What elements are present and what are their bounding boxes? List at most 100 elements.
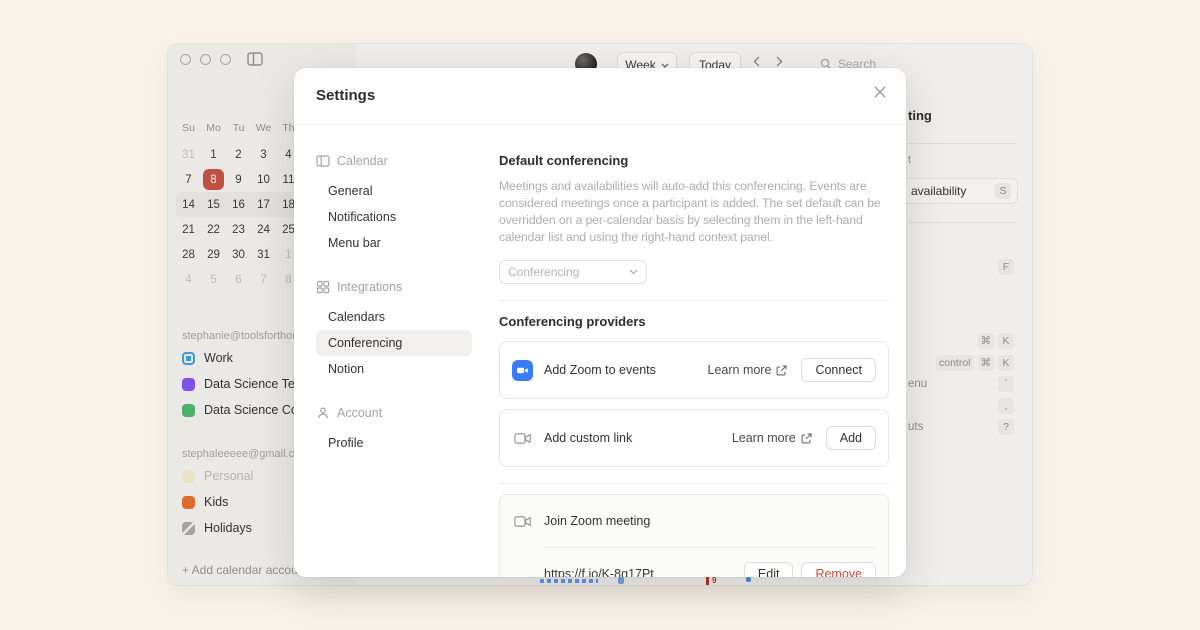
calendar-name: Kids [204, 495, 228, 509]
keycap: control [936, 355, 974, 371]
nav-item-calendars[interactable]: Calendars [316, 304, 472, 330]
window-zoom-button[interactable] [220, 54, 231, 65]
add-button[interactable]: Add [826, 426, 876, 450]
shortcut-label-fragment: uts [908, 421, 923, 433]
nav-item-notifications[interactable]: Notifications [316, 204, 472, 230]
section-title: Default conferencing [499, 152, 889, 170]
calendar-date-selected[interactable]: 8 [203, 169, 224, 190]
nav-section-label: Calendar [337, 154, 388, 168]
calendar-date[interactable]: 2 [226, 142, 251, 167]
calendar-date[interactable]: 31 [251, 242, 276, 267]
calendar-date[interactable]: 22 [201, 217, 226, 242]
calendar-color-icon[interactable] [182, 378, 195, 391]
section-description: Meetings and availabilities will auto-ad… [499, 178, 889, 246]
calendar-name: Work [204, 351, 233, 365]
nav-item-menu-bar[interactable]: Menu bar [316, 230, 472, 256]
divider [908, 222, 1016, 223]
calendar-date[interactable]: 10 [251, 167, 276, 192]
calendar-date[interactable]: 1 [201, 142, 226, 167]
calendar-date[interactable]: 9 [226, 167, 251, 192]
calendar-date[interactable]: 30 [226, 242, 251, 267]
calendar-date[interactable]: 6 [226, 267, 251, 292]
learn-more-link[interactable]: Learn more [732, 431, 812, 445]
day-header: Mo [201, 116, 226, 141]
person-icon [316, 406, 330, 420]
external-link-icon [801, 433, 812, 444]
keycap: K [998, 355, 1014, 371]
event-fragment [540, 579, 598, 583]
calendar-disabled-icon[interactable] [182, 522, 195, 535]
section-title: Conferencing providers [499, 313, 889, 331]
keycap: ⌘ [978, 333, 995, 349]
shortcut-row: enu ` [906, 375, 1014, 392]
calendar-date[interactable]: 3 [251, 142, 276, 167]
calendar-date[interactable]: 28 [176, 242, 201, 267]
divider [908, 143, 1016, 144]
divider [499, 300, 889, 301]
calendar-name: Personal [204, 469, 253, 483]
desktop-background: Su Mo Tu We Th 31 1 2 3 4 7 8 9 10 [0, 0, 1200, 630]
video-camera-icon [512, 428, 533, 449]
keycap: ? [998, 419, 1014, 435]
calendar-date[interactable]: 21 [176, 217, 201, 242]
right-context-panel: ting t availability S F ⌘ K control ⌘ K … [906, 44, 1032, 585]
calendar-date[interactable]: 29 [201, 242, 226, 267]
calendar-date[interactable]: 7 [176, 167, 201, 192]
conferencing-select[interactable]: Conferencing [499, 260, 647, 284]
calendar-date[interactable]: 5 [201, 267, 226, 292]
window-controls [180, 52, 263, 66]
integrations-section-icon [316, 280, 330, 294]
panel-label-fragment: t [908, 154, 911, 166]
next-period-icon[interactable] [776, 56, 783, 67]
keycap: S [995, 183, 1011, 199]
calendar-date[interactable]: 17 [251, 192, 276, 217]
nav-item-conferencing[interactable]: Conferencing [316, 330, 472, 356]
calendar-date[interactable]: 23 [226, 217, 251, 242]
calendar-date[interactable]: 14 [176, 192, 201, 217]
learn-more-link[interactable]: Learn more [708, 363, 788, 377]
window-close-button[interactable] [180, 54, 191, 65]
close-icon[interactable] [870, 82, 890, 102]
calendar-name: Holidays [204, 521, 252, 535]
nav-item-profile[interactable]: Profile [316, 430, 472, 456]
event-time-fragment: 9 [712, 576, 716, 585]
shortcut-row: , [906, 397, 1014, 414]
remove-button[interactable]: Remove [801, 562, 876, 577]
calendar-color-icon[interactable] [182, 404, 195, 417]
modal-title: Settings [316, 87, 375, 104]
keycap: ⌘ [978, 355, 995, 371]
calendar-date[interactable]: 16 [226, 192, 251, 217]
calendar-date[interactable]: 4 [176, 267, 201, 292]
shortcut-label-fragment: enu [908, 378, 927, 390]
window-minimize-button[interactable] [200, 54, 211, 65]
divider [544, 547, 876, 548]
keycap: ` [998, 376, 1014, 392]
nav-section-account: Account Profile [316, 404, 484, 456]
keycap: K [998, 333, 1014, 349]
shortcut-row: ⌘ K [906, 332, 1014, 349]
join-zoom-card: Join Zoom meeting https://f.io/K-8g17Pt … [499, 494, 889, 577]
day-header: Su [176, 116, 201, 141]
shortcut-row: control ⌘ K [906, 354, 1014, 371]
calendar-date[interactable]: 31 [176, 142, 201, 167]
nav-section-label: Account [337, 406, 382, 420]
calendar-color-icon[interactable] [182, 470, 195, 483]
nav-item-general[interactable]: General [316, 178, 472, 204]
calendar-color-icon[interactable] [182, 496, 195, 509]
prev-period-icon[interactable] [753, 56, 760, 67]
nav-item-notion[interactable]: Notion [316, 356, 472, 382]
day-header: Tu [226, 116, 251, 141]
add-calendar-account-button[interactable]: + Add calendar account [182, 563, 308, 577]
calendar-date[interactable]: 7 [251, 267, 276, 292]
chevron-down-icon [629, 269, 638, 275]
panel-header-fragment: ting [908, 108, 932, 123]
calendar-date[interactable]: 15 [201, 192, 226, 217]
meeting-url: https://f.io/K-8g17Pt [544, 567, 744, 577]
calendar-color-checkbox-icon[interactable] [182, 352, 195, 365]
connect-button[interactable]: Connect [801, 358, 876, 382]
sidebar-toggle-icon[interactable] [247, 52, 263, 66]
edit-button[interactable]: Edit [744, 562, 794, 577]
calendar-date[interactable]: 24 [251, 217, 276, 242]
custom-link-card: Add custom link Learn more Add [499, 409, 889, 467]
nav-section-label: Integrations [337, 280, 402, 294]
